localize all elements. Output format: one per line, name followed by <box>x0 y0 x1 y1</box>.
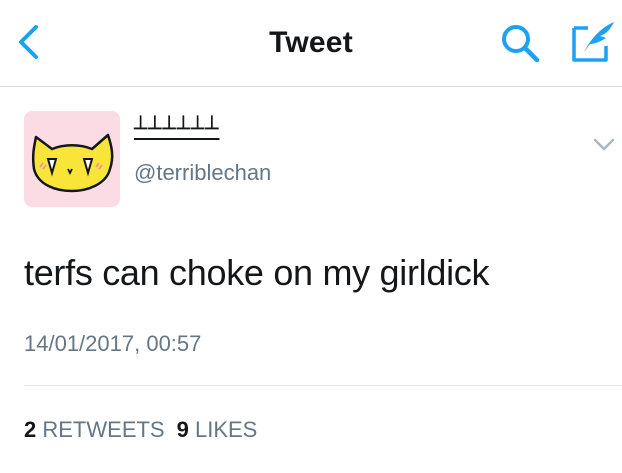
retweets-count: 2 <box>24 417 37 442</box>
cat-face-icon <box>31 133 114 193</box>
tweet-options-button[interactable] <box>592 136 616 154</box>
divider <box>24 385 622 386</box>
chevron-down-icon <box>593 138 615 151</box>
tweet-stats: 2 RETWEETS 9 LIKES <box>24 417 257 443</box>
avatar[interactable] <box>24 111 120 207</box>
tweet-timestamp: 14/01/2017, 00:57 <box>24 331 202 356</box>
compose-button[interactable] <box>570 20 616 64</box>
display-name[interactable]: ┴┴┴┴┴┴ <box>134 117 219 143</box>
likes-stat[interactable]: 9 LIKES <box>177 417 258 442</box>
compose-icon <box>572 22 614 62</box>
likes-count: 9 <box>176 417 189 442</box>
tweet-text: terfs can choke on my girldick <box>24 252 490 293</box>
user-handle[interactable]: @terriblechan <box>134 160 271 186</box>
retweets-stat[interactable]: 2 RETWEETS <box>24 417 165 442</box>
search-icon <box>502 25 540 63</box>
search-button[interactable] <box>498 22 542 64</box>
likes-label: LIKES <box>194 417 258 442</box>
retweets-label: RETWEETS <box>42 417 165 442</box>
navigation-bar: Tweet <box>0 0 622 87</box>
